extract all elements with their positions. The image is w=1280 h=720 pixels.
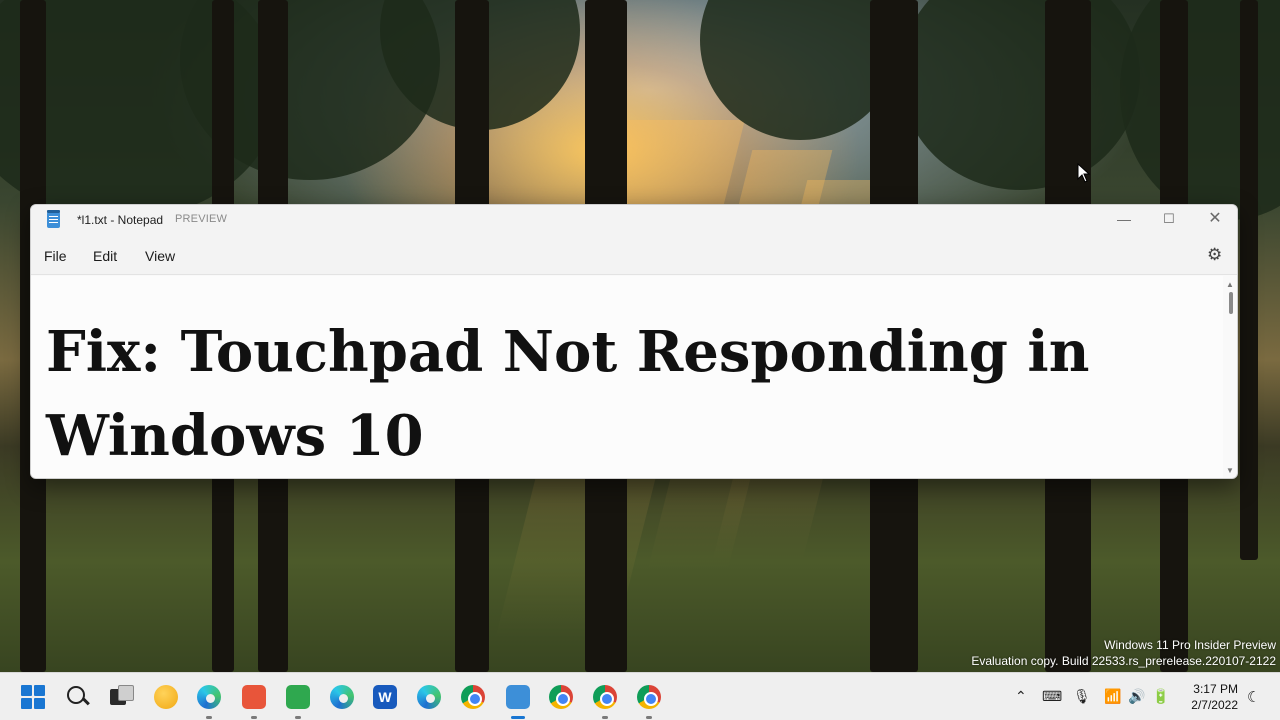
camtasia-icon[interactable] [286, 685, 310, 709]
vertical-scrollbar[interactable]: ▲ ▼ [1225, 276, 1237, 478]
keyboard-icon[interactable]: ⌨ [1042, 688, 1062, 705]
close-button[interactable]: ✕ [1192, 205, 1237, 235]
chrome-canary-icon[interactable] [593, 685, 617, 709]
notepad-icon [47, 210, 60, 228]
show-hidden-icons-chevron-icon[interactable]: ⌃ [1015, 688, 1027, 705]
microphone-icon[interactable]: 🎙 [1073, 688, 1091, 705]
title-bar[interactable]: *l1.txt - Notepad PREVIEW — ☐ ✕ [31, 205, 1237, 235]
menu-bar: File Edit View ⚙ [31, 235, 1237, 275]
evaluation-watermark: Windows 11 Pro Insider Preview Evaluatio… [971, 637, 1276, 669]
menu-file[interactable]: File [44, 248, 67, 264]
maximize-button[interactable]: ☐ [1146, 205, 1192, 235]
menu-edit[interactable]: Edit [93, 248, 117, 264]
watermark-line-2: Evaluation copy. Build 22533.rs_prerelea… [971, 654, 1276, 668]
notepad-window[interactable]: *l1.txt - Notepad PREVIEW — ☐ ✕ File Edi… [30, 204, 1238, 479]
start-icon[interactable] [21, 685, 45, 709]
edge-icon[interactable] [197, 685, 221, 709]
notepad-taskbar-icon[interactable] [506, 685, 530, 709]
minimize-button[interactable]: — [1101, 205, 1147, 235]
edge-beta-icon[interactable] [330, 685, 354, 709]
watermark-line-1: Windows 11 Pro Insider Preview [1104, 638, 1276, 652]
edge-dev-icon[interactable] [417, 685, 441, 709]
search-icon[interactable] [66, 685, 90, 709]
clock-time: 3:17 PM [1193, 682, 1238, 696]
chrome-icon[interactable] [461, 685, 485, 709]
preview-tag: PREVIEW [175, 213, 228, 225]
wifi-icon[interactable]: 📶 [1104, 688, 1121, 705]
text-editor-area[interactable]: Fix: Touchpad Not Responding in Windows … [31, 276, 1223, 478]
battery-icon[interactable]: 🔋 [1152, 688, 1169, 705]
taskbar-clock[interactable]: 3:17 PM 2/7/2022 [1188, 681, 1238, 713]
clipchamp-icon[interactable] [242, 685, 266, 709]
window-title: *l1.txt - Notepad [77, 213, 164, 227]
clock-date: 2/7/2022 [1191, 698, 1238, 712]
chrome-dev-icon[interactable] [637, 685, 661, 709]
mouse-cursor-icon [1077, 163, 1091, 183]
task-view-icon[interactable] [110, 685, 134, 709]
scrollbar-thumb[interactable] [1229, 292, 1233, 314]
taskbar: W ⌃ ⌨ 🎙 📶 🔊 🔋 3:17 PM 2/7/2022 ☾ [0, 672, 1280, 720]
chrome-profile-icon[interactable] [549, 685, 573, 709]
focus-assist-moon-icon[interactable]: ☾ [1247, 688, 1260, 706]
volume-icon[interactable]: 🔊 [1128, 688, 1145, 705]
word-icon[interactable]: W [373, 685, 397, 709]
file-explorer-icon[interactable] [154, 685, 178, 709]
scroll-up-arrow-icon[interactable]: ▲ [1226, 280, 1234, 289]
scroll-down-arrow-icon[interactable]: ▼ [1226, 466, 1234, 475]
menu-view[interactable]: View [145, 248, 175, 264]
settings-gear-icon[interactable]: ⚙ [1207, 245, 1222, 265]
